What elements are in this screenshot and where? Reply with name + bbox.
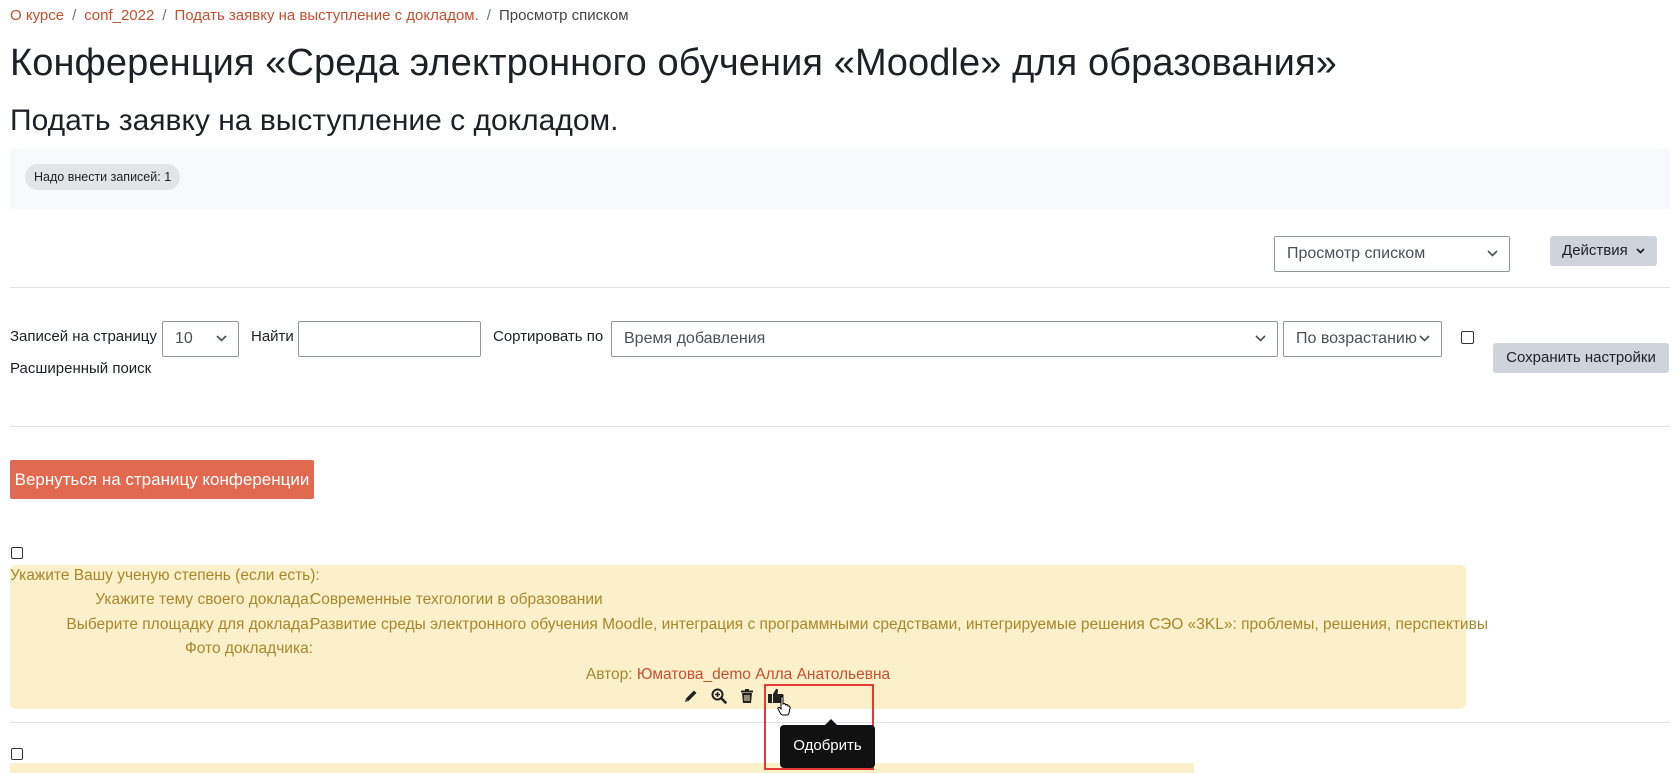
page-subtitle: Подать заявку на выступление с докладом. — [10, 104, 619, 137]
field-value-topic: Современные техгологии в образовании — [310, 591, 603, 608]
chevron-down-icon — [216, 322, 227, 342]
view-mode-value: Просмотр списком — [1287, 245, 1426, 262]
author-label: Автор: — [585, 666, 633, 683]
breadcrumb-separator: / — [486, 7, 491, 24]
find-input[interactable] — [298, 321, 481, 357]
author-link[interactable]: Юматова_demo Алла Анатольевна — [637, 666, 890, 683]
save-settings-button[interactable]: Сохранить настройки — [1493, 343, 1669, 373]
trash-icon[interactable] — [739, 688, 755, 704]
breadcrumb-separator: / — [162, 7, 167, 24]
pencil-icon[interactable] — [683, 688, 699, 704]
notice-box: Надо внести записей: 1 — [10, 149, 1670, 209]
divider — [10, 426, 1670, 427]
entry-card: Укажите Вашу ученую степень (если есть):… — [10, 565, 1488, 716]
breadcrumb-separator: / — [72, 7, 77, 24]
breadcrumb-activity[interactable]: Подать заявку на выступление с докладом. — [175, 7, 479, 24]
entry-author: Автор: Юматова_demo Алла Анатольевна — [10, 666, 1466, 684]
field-value-venue: Развитие среды электронного обучения Moo… — [310, 616, 1488, 633]
chevron-down-icon — [1255, 322, 1266, 342]
entry-card — [10, 763, 1194, 773]
required-entries-badge: Надо внести записей: 1 — [25, 164, 181, 190]
entry-select-checkbox[interactable] — [11, 547, 23, 559]
sort-field-value: Время добавления — [624, 330, 766, 347]
entry-select-checkbox[interactable] — [11, 748, 23, 760]
page-title: Конференция «Среда электронного обучения… — [10, 42, 1337, 84]
sort-order-select[interactable]: По возрастанию — [1283, 321, 1442, 357]
field-label-degree: Укажите Вашу ученую степень (если есть): — [10, 567, 320, 584]
divider — [10, 287, 1670, 288]
actions-label: Действия — [1562, 242, 1628, 259]
per-page-label: Записей на страницу — [10, 328, 157, 345]
actions-button[interactable]: Действия — [1550, 236, 1657, 266]
chevron-down-icon — [1419, 322, 1430, 342]
find-label: Найти — [251, 328, 294, 345]
chevron-down-icon — [1487, 237, 1498, 257]
sort-label: Сортировать по — [493, 328, 604, 345]
breadcrumb: О курсе / conf_2022 / Подать заявку на высту… — [10, 7, 629, 24]
advanced-search-label[interactable]: Расширенный поиск — [10, 360, 151, 377]
breadcrumb-conf[interactable]: conf_2022 — [84, 7, 154, 24]
advanced-search-checkbox[interactable] — [1461, 331, 1474, 344]
field-label-photo: Фото докладчика: — [184, 640, 313, 657]
back-to-conference-button[interactable]: Вернуться на страницу конференции — [10, 460, 314, 499]
field-label-topic: Укажите тему своего доклада: — [95, 591, 313, 608]
sort-field-select[interactable]: Время добавления — [611, 321, 1278, 357]
view-mode-select[interactable]: Просмотр списком — [1274, 236, 1510, 272]
breadcrumb-course[interactable]: О курсе — [10, 7, 64, 24]
sort-order-value: По возрастанию — [1296, 330, 1417, 347]
chevron-down-icon — [1636, 248, 1645, 254]
per-page-value: 10 — [175, 330, 193, 347]
breadcrumb-current: Просмотр списком — [498, 7, 629, 24]
per-page-select[interactable]: 10 — [162, 321, 239, 357]
zoom-icon[interactable] — [711, 688, 727, 704]
field-label-venue: Выберите площадку для доклада: — [66, 616, 313, 633]
approve-tooltip: Одобрить — [780, 725, 875, 768]
